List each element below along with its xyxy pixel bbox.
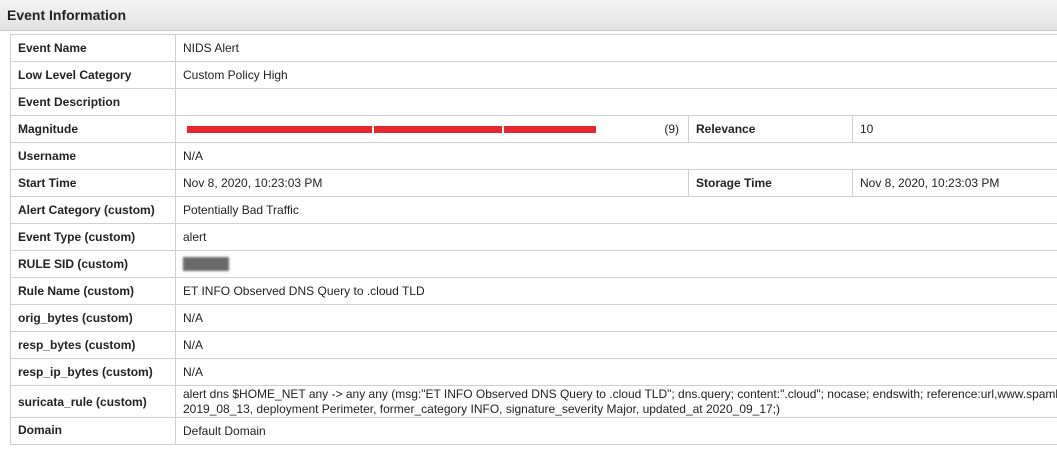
rule-sid-label: RULE SID (custom) [11,251,176,277]
magnitude-value: (9) [176,116,689,142]
rule-name-value: ET INFO Observed DNS Query to .cloud TLD [176,278,1057,304]
suricata-rule-line-1: alert dns $HOME_NET any -> any any (msg:… [183,386,1057,401]
magnitude-label: Magnitude [11,116,176,142]
event-name-value: NIDS Alert [176,35,1057,61]
table-row-rule-name: Rule Name (custom) ET INFO Observed DNS … [11,278,1057,305]
event-type-value: alert [176,224,1057,250]
panel-title: Event Information [7,7,127,23]
suricata-rule-value: alert dns $HOME_NET any -> any any (msg:… [176,386,1057,417]
table-row-event-name: Event Name NIDS Alert [11,35,1057,62]
magnitude-bar-segment [374,125,502,133]
resp-ip-bytes-label: resp_ip_bytes (custom) [11,359,176,385]
magnitude-bar-segment [187,125,372,133]
suricata-rule-label: suricata_rule (custom) [11,386,176,417]
orig-bytes-value: N/A [176,305,1057,331]
table-row-orig-bytes: orig_bytes (custom) N/A [11,305,1057,332]
table-row-username: Username N/A [11,143,1057,170]
event-description-value [176,89,1057,115]
username-label: Username [11,143,176,169]
start-time-value: Nov 8, 2020, 10:23:03 PM [176,170,689,196]
rule-name-label: Rule Name (custom) [11,278,176,304]
magnitude-count: (9) [664,122,679,136]
resp-bytes-value: N/A [176,332,1057,358]
start-time-label: Start Time [11,170,176,196]
table-row-start-time: Start Time Nov 8, 2020, 10:23:03 PM Stor… [11,170,1057,197]
event-name-label: Event Name [11,35,176,61]
domain-label: Domain [11,418,176,444]
redacted-block [183,257,229,271]
low-level-category-value: Custom Policy High [176,62,1057,88]
resp-bytes-label: resp_bytes (custom) [11,332,176,358]
alert-category-label: Alert Category (custom) [11,197,176,223]
orig-bytes-label: orig_bytes (custom) [11,305,176,331]
table-row-event-description: Event Description [11,89,1057,116]
table-row-low-level-category: Low Level Category Custom Policy High [11,62,1057,89]
event-type-label: Event Type (custom) [11,224,176,250]
storage-time-label: Storage Time [689,170,853,196]
rule-sid-value [176,251,1057,277]
table-row-suricata-rule: suricata_rule (custom) alert dns $HOME_N… [11,386,1057,418]
panel-header: Event Information [0,0,1057,31]
relevance-value: 10 [853,116,1057,142]
table-row-rule-sid: RULE SID (custom) [11,251,1057,278]
table-row-domain: Domain Default Domain [11,418,1057,445]
table-row-magnitude: Magnitude (9) Relevance 10 [11,116,1057,143]
event-description-label: Event Description [11,89,176,115]
alert-category-value: Potentially Bad Traffic [176,197,1057,223]
magnitude-bar-segment [504,125,596,133]
storage-time-value: Nov 8, 2020, 10:23:03 PM [853,170,1057,196]
table-row-alert-category: Alert Category (custom) Potentially Bad … [11,197,1057,224]
resp-ip-bytes-value: N/A [176,359,1057,385]
domain-value: Default Domain [176,418,1057,444]
username-value: N/A [176,143,1057,169]
low-level-category-label: Low Level Category [11,62,176,88]
table-row-resp-ip-bytes: resp_ip_bytes (custom) N/A [11,359,1057,386]
table-row-resp-bytes: resp_bytes (custom) N/A [11,332,1057,359]
relevance-label: Relevance [689,116,853,142]
suricata-rule-line-2: 2019_08_13, deployment Perimeter, former… [183,401,781,416]
event-info-table: Event Name NIDS Alert Low Level Category… [10,34,1057,445]
magnitude-bar: (9) [183,122,681,136]
table-row-event-type: Event Type (custom) alert [11,224,1057,251]
